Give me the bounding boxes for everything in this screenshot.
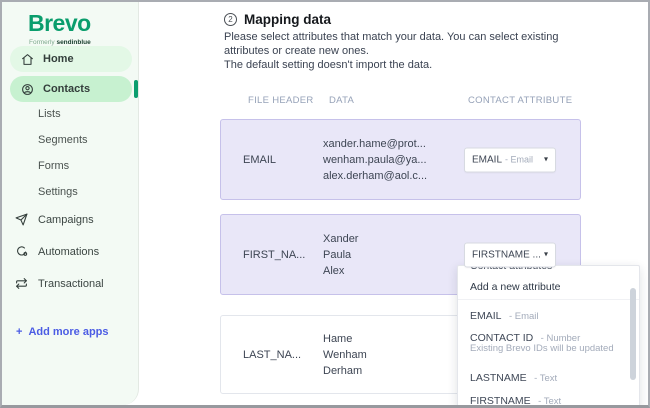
sidebar-item-automations[interactable]: Automations: [15, 245, 99, 258]
brevo-logo[interactable]: Brevo: [28, 10, 91, 37]
app-content: Brevo Formerly sendinblue Home Contacts …: [2, 2, 648, 405]
sidebar-item-segments[interactable]: Segments: [38, 134, 88, 146]
sidebar-item-label: Transactional: [38, 278, 104, 290]
add-more-apps-button[interactable]: + Add more apps: [16, 326, 109, 338]
data-line: alex.derham@aol.c...: [323, 168, 427, 184]
data-line: Wenham: [323, 347, 367, 363]
app-window: Brevo Formerly sendinblue Home Contacts …: [0, 0, 650, 408]
data-line: Hame: [323, 331, 367, 347]
column-header-contact-attribute: CONTACT ATTRIBUTE: [468, 95, 572, 106]
description-line: Please select attributes that match your…: [224, 31, 558, 43]
campaigns-icon: [15, 213, 28, 226]
sidebar-item-transactional[interactable]: Transactional: [15, 277, 104, 290]
option-note: Existing Brevo IDs will be updated: [470, 343, 614, 354]
dropdown-divider: [458, 299, 639, 300]
sidebar-item-label: Home: [43, 53, 74, 65]
automations-icon: [15, 245, 28, 258]
data-preview: xander.hame@prot... wenham.paula@ya... a…: [323, 136, 427, 184]
description-line: attributes or create new ones.: [224, 45, 369, 57]
option-name: LASTNAME: [470, 372, 527, 384]
option-type: - Email: [509, 311, 539, 322]
dropdown-option-firstname[interactable]: FIRSTNAME - Text: [470, 391, 561, 408]
logo-subtitle: Formerly sendinblue: [29, 39, 91, 46]
sidebar-item-label: Automations: [38, 246, 99, 258]
data-line: Alex: [323, 263, 358, 279]
sidebar-item-forms[interactable]: Forms: [38, 160, 69, 172]
logo-sendinblue-text: sendinblue: [56, 39, 90, 46]
sidebar-item-campaigns[interactable]: Campaigns: [15, 213, 94, 226]
selected-attribute-type: - Email: [505, 155, 533, 165]
data-line: Derham: [323, 363, 367, 379]
data-line: xander.hame@prot...: [323, 136, 427, 152]
attribute-dropdown-menu: Contact attributes Add a new attribute E…: [457, 265, 640, 408]
dropdown-option-lastname[interactable]: LASTNAME - Text: [470, 368, 557, 386]
sidebar-item-contacts[interactable]: Contacts: [10, 76, 132, 102]
selected-attribute: EMAIL: [472, 154, 502, 165]
step-header: 2 Mapping data: [224, 12, 331, 27]
logo-formerly-text: Formerly: [29, 39, 55, 46]
sidebar: Brevo Formerly sendinblue Home Contacts …: [2, 2, 139, 405]
attribute-select-firstname[interactable]: FIRSTNAME ... ▾: [464, 242, 556, 267]
sidebar-item-label: Campaigns: [38, 214, 94, 226]
file-header-label: EMAIL: [243, 154, 276, 166]
home-icon: [21, 53, 34, 66]
data-line: Xander: [323, 231, 358, 247]
active-nav-indicator: [134, 80, 138, 98]
column-header-file-header: FILE HEADER: [248, 95, 314, 106]
step-2-icon: 2: [224, 13, 237, 26]
data-line: Paula: [323, 247, 358, 263]
contacts-icon: [21, 83, 34, 96]
sidebar-item-label: Contacts: [43, 83, 90, 95]
transactional-icon: [15, 277, 28, 290]
sidebar-item-lists[interactable]: Lists: [38, 108, 61, 120]
chevron-down-icon: ▾: [544, 156, 548, 164]
file-header-label: FIRST_NA...: [243, 249, 305, 261]
sidebar-item-home[interactable]: Home: [10, 46, 132, 72]
page-title: Mapping data: [244, 12, 331, 27]
option-name: EMAIL: [470, 310, 502, 322]
data-preview: Hame Wenham Derham: [323, 331, 367, 379]
file-header-label: LAST_NA...: [243, 349, 301, 361]
option-type: - Text: [534, 373, 557, 384]
option-type: - Text: [538, 396, 561, 407]
option-name: FIRSTNAME: [470, 395, 531, 407]
add-more-apps-label: Add more apps: [28, 326, 108, 338]
attribute-select-email[interactable]: EMAIL - Email ▾: [464, 147, 556, 172]
sidebar-item-settings[interactable]: Settings: [38, 186, 78, 198]
mapping-row-email: EMAIL xander.hame@prot... wenham.paula@y…: [220, 119, 581, 200]
dropdown-option-email[interactable]: EMAIL - Email: [470, 306, 539, 324]
plus-icon: +: [16, 326, 22, 338]
add-new-attribute-option[interactable]: Add a new attribute: [470, 281, 560, 293]
selected-attribute: FIRSTNAME ...: [472, 249, 541, 260]
data-line: wenham.paula@ya...: [323, 152, 427, 168]
data-preview: Xander Paula Alex: [323, 231, 358, 279]
chevron-down-icon: ▾: [544, 251, 548, 259]
column-header-data: DATA: [329, 95, 354, 106]
description-line: The default setting doesn't import the d…: [224, 59, 432, 71]
dropdown-scrollbar[interactable]: [630, 288, 636, 380]
